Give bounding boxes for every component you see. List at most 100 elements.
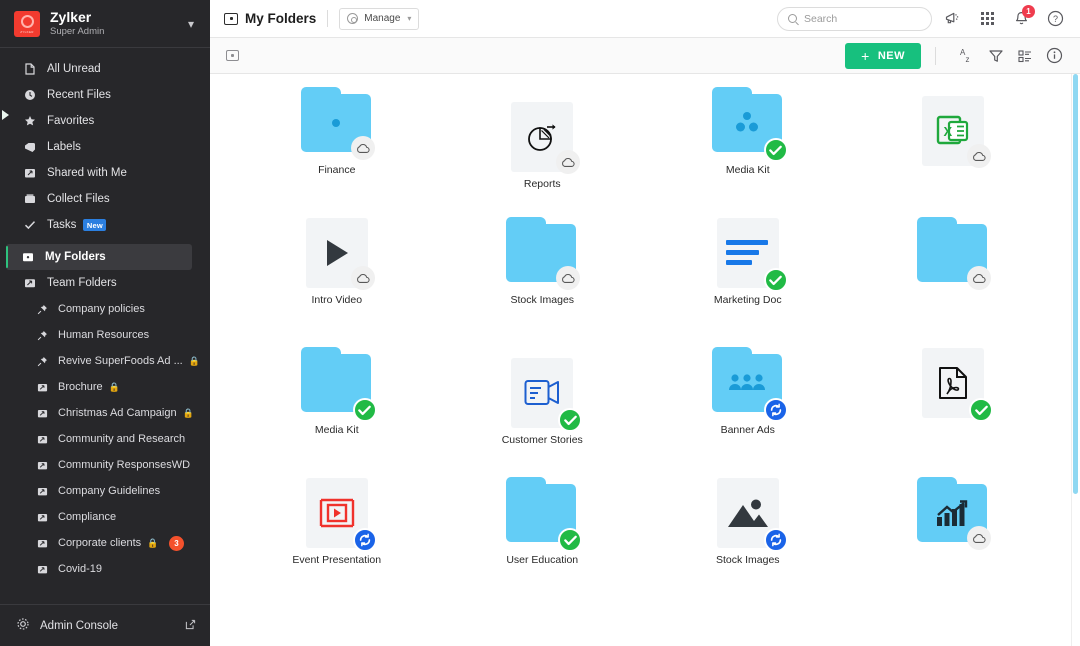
file-grid-item[interactable]: Reports (440, 86, 646, 216)
sidebar-item-compliance[interactable]: Compliance (0, 504, 210, 530)
syncing-icon (353, 528, 377, 552)
file-grid-item[interactable]: Stock Images (645, 476, 851, 606)
sidebar-item-all-unread[interactable]: All Unread (0, 56, 210, 82)
sidebar-item-human-resources[interactable]: Human Resources (0, 322, 210, 348)
toolbar-actions: + NEW A z (845, 43, 1066, 69)
folder-thumbnail (917, 216, 989, 288)
file-grid-item[interactable]: Customer Stories (440, 346, 646, 476)
filter-icon[interactable] (984, 44, 1008, 68)
info-icon[interactable] (1042, 44, 1066, 68)
brand-header[interactable]: ZYLKER Zylker Super Admin ▾ (0, 0, 210, 48)
syncing-icon (764, 398, 788, 422)
folder-thumbnail (506, 476, 578, 548)
file-grid: FinanceReportsMedia KitXIntro VideoStock… (210, 74, 1080, 606)
sidebar-item-label: Human Resources (58, 329, 149, 341)
file-grid-item-label: Marketing Doc (714, 294, 782, 306)
gear-icon (16, 617, 30, 634)
lock-icon: 🔒 (109, 382, 120, 393)
search-box[interactable] (777, 7, 932, 31)
folder-thumbnail (301, 346, 373, 418)
bell-icon[interactable]: 1 (1008, 6, 1034, 32)
file-grid-item[interactable]: User Education (440, 476, 646, 606)
sidebar-item-label: Labels (47, 141, 81, 153)
file-grid-item[interactable]: Media Kit (645, 86, 851, 216)
sidebar-item-label: Company policies (58, 303, 145, 315)
vertical-scrollbar-thumb[interactable] (1073, 74, 1078, 494)
sidebar-item-team-folders[interactable]: Team Folders (0, 270, 210, 296)
sidebar-item-label: Covid-19 (58, 563, 102, 575)
file-grid-item[interactable]: Stock Images (440, 216, 646, 346)
folder-thumbnail (917, 476, 989, 548)
sidebar-item-corporate-clients[interactable]: Corporate clients 🔒 3 (0, 530, 210, 556)
admin-console-button[interactable]: Admin Console (0, 604, 210, 646)
file-grid-item[interactable]: X (851, 86, 1057, 216)
sidebar-item-covid-19[interactable]: Covid-19 (0, 556, 210, 582)
sidebar-item-collect-files[interactable]: Collect Files (0, 186, 210, 212)
file-thumbnail: X (917, 94, 989, 166)
sidebar-item-recent-files[interactable]: Recent Files (0, 82, 210, 108)
lock-icon: 🔒 (189, 356, 200, 367)
tag-icon (22, 141, 38, 153)
search-input[interactable] (804, 13, 921, 25)
folder-thumbnail (712, 86, 784, 158)
file-grid-item[interactable]: Finance (234, 86, 440, 216)
file-grid-item[interactable]: Intro Video (234, 216, 440, 346)
file-thumbnail (712, 476, 784, 548)
file-grid-item-label: Reports (524, 178, 561, 190)
sidebar-item-favorites[interactable]: Favorites (0, 108, 210, 134)
help-circle-icon[interactable]: ? (1042, 6, 1068, 32)
sidebar-item-label: Shared with Me (47, 167, 127, 179)
sidebar-item-labels[interactable]: Labels (0, 134, 210, 160)
file-grid-item[interactable] (851, 476, 1057, 606)
sidebar-item-tasks[interactable]: Tasks New (0, 212, 210, 238)
svg-text:X: X (944, 124, 953, 139)
file-grid-item[interactable]: Event Presentation (234, 476, 440, 606)
file-grid-item[interactable]: Media Kit (234, 346, 440, 476)
megaphone-icon[interactable] (940, 6, 966, 32)
sidebar-item-label: Team Folders (47, 277, 117, 289)
sidebar-item-company-policies[interactable]: Company policies (0, 296, 210, 322)
sidebar-item-revive-superfoods-ad[interactable]: Revive SuperFoods Ad ... 🔒 (0, 348, 210, 374)
unread-count-badge: 3 (169, 536, 184, 551)
logo-wordmark: ZYLKER (14, 30, 40, 34)
list-view-icon[interactable] (1013, 44, 1037, 68)
apps-grid-icon[interactable] (974, 6, 1000, 32)
manage-label: Manage (364, 13, 400, 24)
star-icon (22, 115, 38, 127)
file-grid-item[interactable] (851, 346, 1057, 476)
sidebar-item-brochure[interactable]: Brochure 🔒 (0, 374, 210, 400)
file-thumbnail (301, 476, 373, 548)
sidebar-item-my-folders[interactable]: My Folders (6, 244, 192, 270)
file-grid-item[interactable]: Marketing Doc (645, 216, 851, 346)
sidebar-item-community-and-research[interactable]: Community and Research (0, 426, 210, 452)
toolbar: + NEW A z (210, 38, 1080, 74)
shared-folder-icon (22, 167, 38, 179)
syncing-icon (764, 528, 788, 552)
file-grid-item[interactable] (851, 216, 1057, 346)
sort-az-icon[interactable]: A z (955, 44, 979, 68)
brand-text: Zylker Super Admin (50, 10, 182, 38)
sidebar-item-christmas-ad-campaign[interactable]: Christmas Ad Campaign 🔒 (0, 400, 210, 426)
folder-outline-icon[interactable] (226, 50, 239, 61)
file-grid-item-label: Media Kit (315, 424, 359, 436)
sidebar-item-label: Community and Research (58, 433, 185, 445)
manage-button[interactable]: Manage ▾ (339, 8, 419, 30)
toolbar-divider (935, 47, 936, 65)
team-folder-icon (34, 460, 50, 471)
file-thumbnail (917, 346, 989, 418)
sidebar-item-company-guidelines[interactable]: Company Guidelines (0, 478, 210, 504)
sidebar-item-community-responseswd[interactable]: Community ResponsesWD (0, 452, 210, 478)
sidebar-item-shared-with-me[interactable]: Shared with Me (0, 160, 210, 186)
external-link-icon (185, 619, 196, 633)
vertical-scrollbar-track[interactable] (1071, 74, 1080, 646)
clock-icon (22, 89, 38, 101)
topbar-actions: 1 ? (777, 6, 1068, 32)
tasks-new-badge: New (83, 219, 106, 231)
sidebar-item-label: Recent Files (47, 89, 111, 101)
notification-count-badge: 1 (1022, 5, 1035, 18)
new-button[interactable]: + NEW (845, 43, 921, 69)
file-grid-item[interactable]: Banner Ads (645, 346, 851, 476)
chevron-down-icon[interactable]: ▾ (182, 13, 200, 35)
file-grid-item-label: Customer Stories (502, 434, 583, 446)
zylker-logo: ZYLKER (14, 11, 40, 37)
